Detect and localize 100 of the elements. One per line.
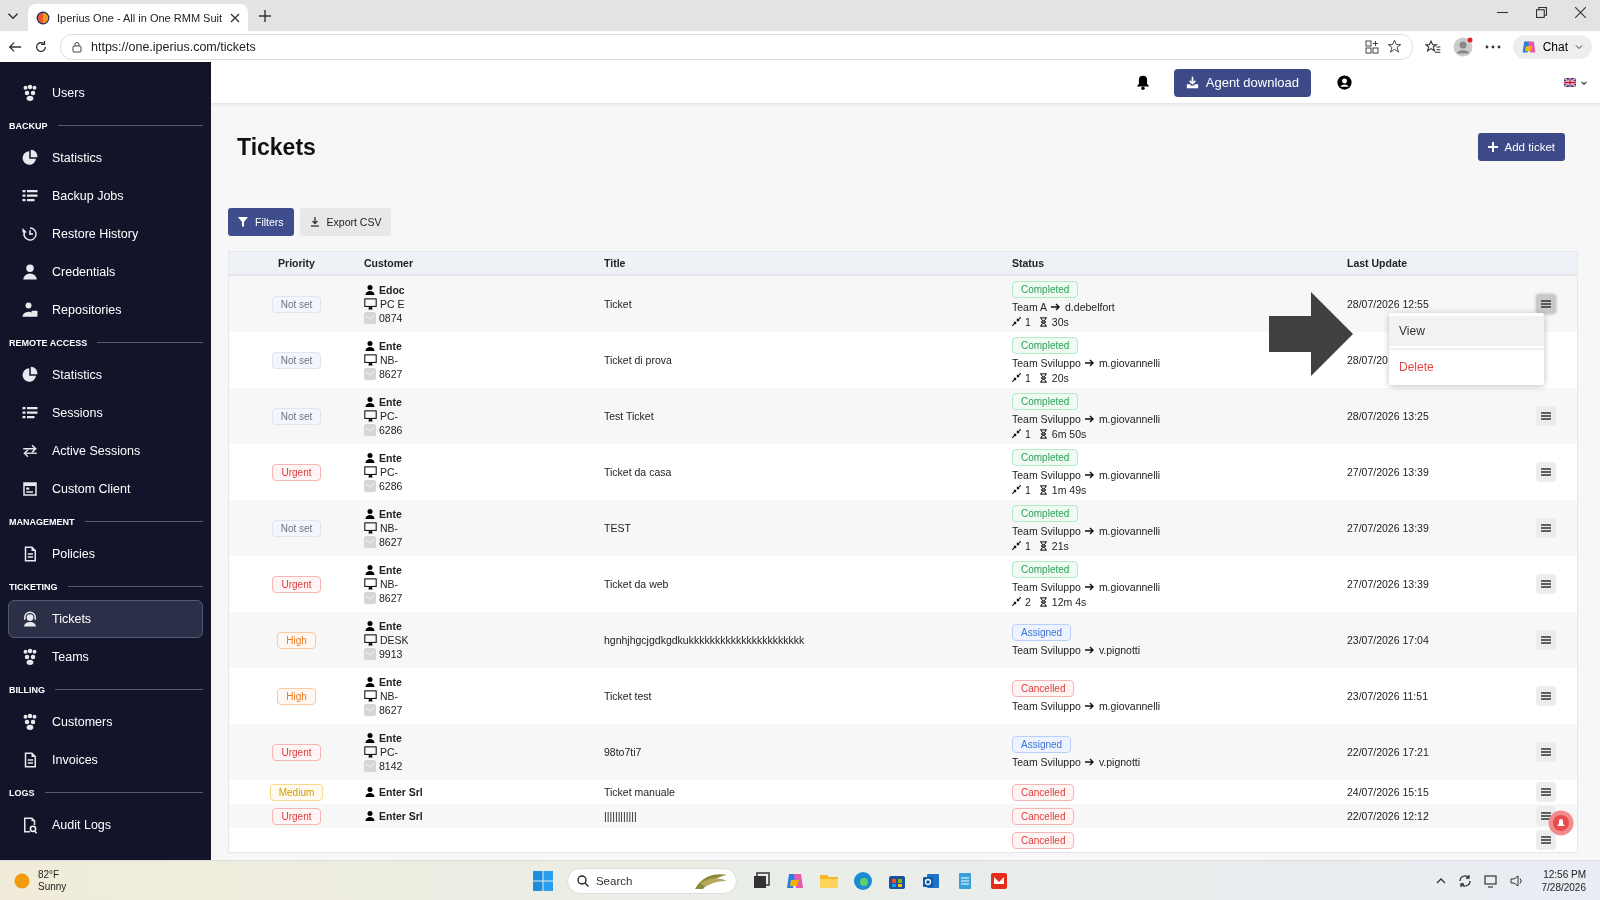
customer-name: Edoc: [379, 284, 405, 296]
row-menu-button[interactable]: [1535, 782, 1556, 802]
sidebar-item[interactable]: Active Sessions: [8, 432, 203, 470]
address-bar[interactable]: https://one.iperius.com/tickets: [60, 33, 1413, 60]
favorites-icon[interactable]: [1424, 38, 1441, 55]
right-arrow-icon: [1084, 645, 1095, 655]
weather-text: Sunny: [38, 880, 67, 893]
sidebar-item[interactable]: Teams: [8, 638, 203, 676]
device-name: NB-: [380, 578, 399, 590]
window-icon: [21, 480, 39, 498]
browser-tab[interactable]: Iperius One - All in One RMM Suit: [28, 4, 248, 31]
reload-icon[interactable]: [34, 39, 48, 54]
row-menu-button[interactable]: [1535, 518, 1556, 538]
account-icon[interactable]: [1337, 75, 1352, 90]
sidebar-item[interactable]: Credentials: [8, 253, 203, 291]
monitor-icon: [364, 746, 377, 758]
sidebar-item[interactable]: Statistics: [8, 356, 203, 394]
sidebar-item[interactable]: Tickets: [8, 600, 203, 638]
chat-bubble-button[interactable]: [1548, 810, 1574, 836]
row-menu-button[interactable]: [1535, 742, 1556, 762]
customer-name: Enter Srl: [379, 810, 423, 822]
device-name: PC-: [380, 410, 399, 422]
star-icon[interactable]: [1386, 39, 1402, 54]
copilot-icon: [1520, 38, 1537, 55]
sidebar-item[interactable]: Invoices: [8, 741, 203, 779]
ticket-title: Ticket test: [604, 690, 653, 702]
sidebar-item[interactable]: Sessions: [8, 394, 203, 432]
right-arrow-icon: [1084, 525, 1095, 536]
bell-icon[interactable]: [1135, 75, 1150, 90]
sidebar-item[interactable]: Restore History: [8, 215, 203, 253]
person-icon: [364, 452, 376, 464]
priority-badge: Urgent: [272, 464, 321, 481]
row-menu-button[interactable]: [1535, 294, 1556, 314]
sidebar-item[interactable]: Customers: [8, 703, 203, 741]
app-icon[interactable]: [988, 870, 1009, 891]
row-menu-button[interactable]: [1535, 406, 1556, 426]
back-icon[interactable]: [8, 39, 22, 54]
sidebar-item[interactable]: Statistics: [8, 139, 203, 177]
sidebar-item[interactable]: Backup Jobs: [8, 177, 203, 215]
filter-icon: [238, 217, 248, 227]
clock-time: 12:56 PM: [1543, 867, 1586, 881]
device-name: PC E: [380, 298, 405, 310]
row-menu-button[interactable]: [1535, 686, 1556, 706]
people-icon: [21, 648, 39, 666]
menu-icon: [1540, 300, 1551, 308]
duration: 1m 49s: [1051, 483, 1087, 496]
sidebar-item[interactable]: Custom Client: [8, 470, 203, 508]
menu-icon: [1540, 580, 1551, 588]
last-update: 23/07/2026 17:04: [1347, 634, 1430, 646]
device-name: NB-: [380, 522, 399, 534]
row-menu-button[interactable]: [1535, 462, 1556, 482]
menu-icon: [1540, 836, 1551, 844]
profile-avatar-icon[interactable]: [1452, 36, 1473, 57]
speaker-icon[interactable]: [1509, 873, 1524, 888]
new-tab-icon[interactable]: [258, 8, 272, 23]
last-update: 22/07/2026 12:12: [1347, 810, 1430, 822]
tile-icon: [364, 312, 376, 324]
right-arrow-icon: [1051, 301, 1062, 312]
compress-arrows-icon: [1012, 541, 1021, 550]
status-badge: Completed: [1012, 560, 1079, 578]
export-csv-button[interactable]: Export CSV: [299, 208, 392, 236]
tile-icon: [364, 480, 376, 492]
row-menu-button[interactable]: [1535, 630, 1556, 650]
status-badge: Completed: [1012, 336, 1079, 354]
assignee-name: v.pignotti: [1098, 756, 1141, 768]
device-code: 6286: [379, 480, 403, 492]
device-code: 8142: [379, 760, 403, 772]
right-arrow-icon: [1084, 757, 1095, 767]
sidebar-item[interactable]: Audit Logs: [8, 806, 203, 844]
agent-download-button[interactable]: Agent download: [1173, 68, 1311, 97]
session-count: 1: [1025, 371, 1031, 384]
restore-icon[interactable]: [1536, 7, 1547, 18]
sidebar-item[interactable]: Policies: [8, 535, 203, 573]
filters-button[interactable]: Filters: [228, 208, 294, 236]
browser-icon[interactable]: [852, 870, 873, 891]
sidebar-item[interactable]: Repositories: [8, 291, 203, 329]
priority-badge: Urgent: [272, 744, 321, 761]
device-code: 0874: [379, 312, 403, 324]
menu-icon: [1540, 524, 1551, 532]
priority-badge: Medium: [269, 784, 324, 801]
sync-icon[interactable]: [1457, 873, 1472, 888]
windows-logo-icon[interactable]: [532, 870, 553, 891]
search-field[interactable]: Search: [566, 867, 737, 894]
sidebar-item[interactable]: Users: [8, 74, 203, 112]
pie-chart-icon: [21, 149, 39, 167]
people-icon: [21, 713, 39, 731]
status-badge: Cancelled: [1012, 783, 1075, 801]
chat-button[interactable]: Chat: [1512, 34, 1592, 59]
close-icon[interactable]: [230, 12, 240, 23]
monitor-icon: [364, 522, 377, 534]
menu-item[interactable]: View: [1389, 316, 1544, 346]
close-icon[interactable]: [1575, 7, 1586, 18]
apps-add-icon[interactable]: [1364, 39, 1379, 54]
download-icon: [1185, 76, 1199, 89]
add-ticket-button[interactable]: Add ticket: [1477, 133, 1565, 161]
menu-item[interactable]: Delete: [1389, 352, 1544, 382]
right-arrow-icon: [1084, 581, 1095, 592]
language-selector[interactable]: [1564, 78, 1588, 87]
row-menu-button[interactable]: [1535, 574, 1556, 594]
customer-name: Ente: [379, 508, 402, 520]
